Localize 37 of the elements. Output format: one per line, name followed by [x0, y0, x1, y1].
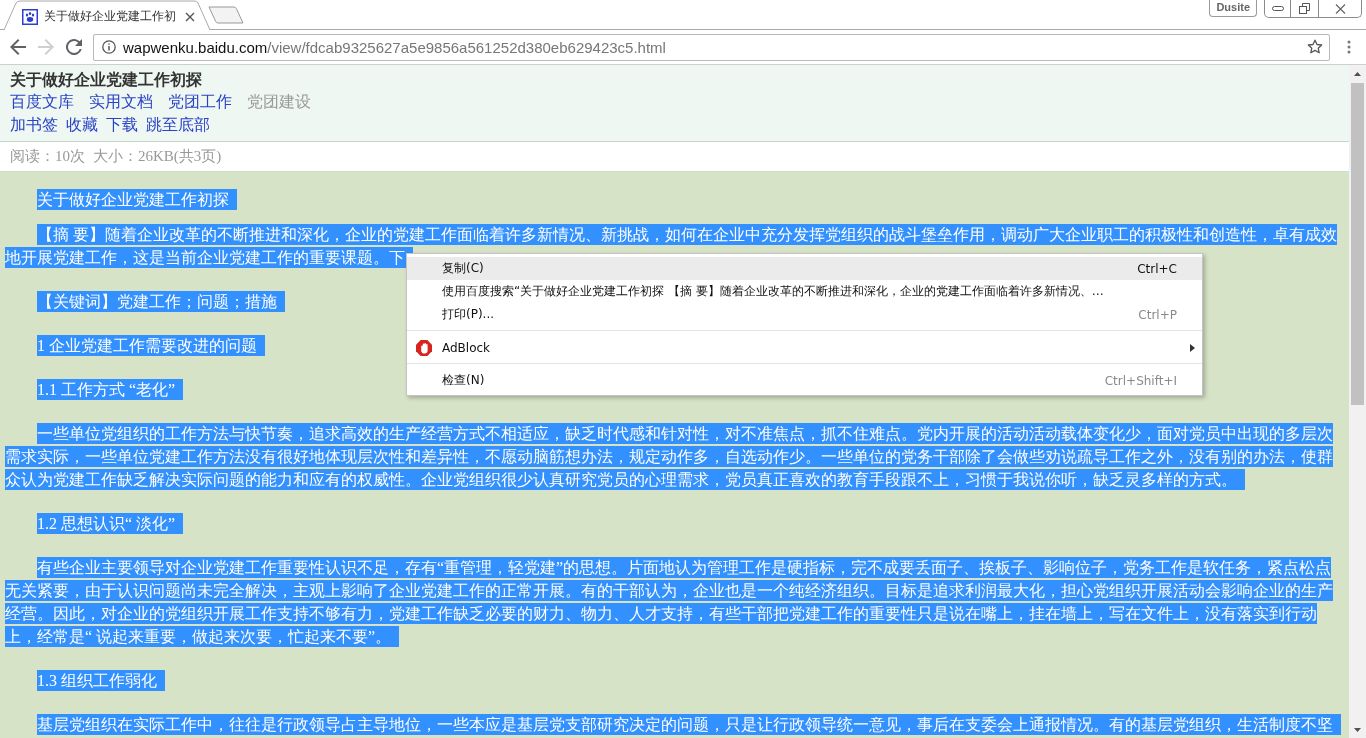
- close-icon[interactable]: [1334, 3, 1346, 14]
- info-icon[interactable]: [102, 40, 116, 54]
- scroll-up-icon[interactable]: [1354, 71, 1361, 76]
- menu-item[interactable]: 打印(P)... Ctrl+P: [407, 303, 1202, 326]
- menu-item[interactable]: 使用百度搜索“关于做好企业党建工作初探 【摘 要】随着企业改革的不断推进和深化，企业的党建工作面临着许多新情况、…: [407, 280, 1202, 303]
- menu-item[interactable]: AdBlock: [407, 336, 1202, 359]
- shortcut-text: Ctrl+Shift+I: [1104, 373, 1177, 388]
- menu-item[interactable]: 复制(C) Ctrl+C: [407, 257, 1202, 280]
- star-icon[interactable]: [1307, 39, 1323, 55]
- shortcut-text: Ctrl+P: [1138, 307, 1177, 322]
- address-bar[interactable]: wapwenku.baidu.com/view/fdcab9325627a5e9856a561252d380eb629423c5.html: [93, 33, 1330, 61]
- action-link[interactable]: 下载: [106, 113, 138, 137]
- breadcrumb-link[interactable]: 百度文库: [10, 91, 74, 113]
- submenu-arrow-icon: [1190, 343, 1195, 352]
- stat-text: 大小：26KB(共3页): [93, 147, 222, 166]
- action-link[interactable]: 加书签: [10, 113, 58, 137]
- stat-text: 阅读：10次: [10, 147, 85, 166]
- document-paragraph: 有些企业主要领导对企业党建工作重要性认识不足，存有“重管理，轻党建”的思想。片面地认为管理工作是硬指标，完不成要丢面子、挨板子、影响位子，党务工作是软任务，紧点松点无关紧要，由于认识问题尚未完全解决，主观上影响了企业党建工作的正常开展。有的干部认为，企业也是一个纯经济组织。目标是追求利润最大化，担心党组织开展活动会影响企业的生产经营。因此，对企业的党组织开展工作支持不够有力，党建工作缺乏必要的财力、物力、人才支持，有些干部把党建工作的重要性只是说在嘴上，挂在墙上，写在文件上，没有落实到行动上，经常是“ 说起来重要，做起来次要，忙起来不要”。: [5, 556, 1334, 648]
- menu-item[interactable]: 检查(N) Ctrl+Shift+I: [407, 369, 1202, 392]
- reload-icon[interactable]: [66, 39, 82, 55]
- scroll-down-icon[interactable]: [1354, 727, 1361, 732]
- restore-icon[interactable]: [1299, 3, 1310, 14]
- frame-button[interactable]: Dusite: [1209, 0, 1257, 17]
- minimize-icon[interactable]: [1271, 6, 1284, 11]
- back-arrow-icon[interactable]: [10, 39, 26, 55]
- stop-hand-icon: [416, 339, 432, 356]
- action-link[interactable]: 收藏: [66, 113, 98, 137]
- browser-tab[interactable]: 关于做好企业党建工作初: [4, 0, 210, 30]
- page-title: 关于做好企业党建工作初探: [10, 70, 203, 90]
- close-icon[interactable]: [185, 11, 195, 22]
- scrollbar-thumb[interactable]: [1351, 83, 1364, 405]
- breadcrumb-text: 党团建设: [247, 92, 311, 112]
- action-link[interactable]: 跳至底部: [146, 113, 210, 137]
- breadcrumb-link[interactable]: 实用文档: [89, 91, 153, 113]
- document-paragraph: 一些单位党组织的工作方法与快节奏，追求高效的生产经营方式不相适应，缺乏时代感和针对性，对不准焦点，抓不住难点。党内开展的活动活动载体变化少，面对党员中出现的多层次需求实际，一些单位党建工作方法没有很好地体现层次性和差异性，不愿动脑筋想办法，规定动作多，自选动作少。一些单位的党务干部除了会做些劝说疏导工作之外，没有别的办法，使群众认为党建工作缺乏解决实际问题的能力和应有的权威性。企业党组织很少认真研究党员的心理需求，党员真正喜欢的教育手段跟不上，习惯于我说你听，缺乏灵多样的方式。: [5, 422, 1334, 491]
- menu-icon[interactable]: [1347, 40, 1351, 54]
- breadcrumb-link[interactable]: 党团工作: [168, 91, 232, 113]
